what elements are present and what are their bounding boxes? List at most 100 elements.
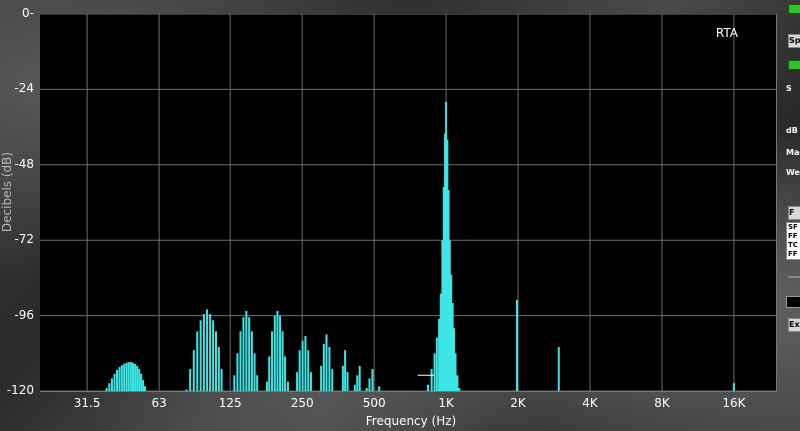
sp-button[interactable]: Sp bbox=[788, 34, 800, 48]
spectrum-bar bbox=[371, 369, 374, 391]
spectrum-bar bbox=[116, 369, 119, 391]
ex-button[interactable]: Ex bbox=[788, 318, 800, 332]
x-tick-label: 500 bbox=[362, 396, 386, 410]
chart-title: RTA bbox=[715, 26, 738, 40]
spectrum-bar bbox=[206, 309, 209, 391]
spectrum-bar bbox=[279, 315, 282, 391]
list-box[interactable]: SF FF TC FF bbox=[786, 222, 800, 260]
spectrum-bar bbox=[356, 375, 359, 391]
spectrum-bar bbox=[140, 373, 143, 391]
spectrum-bar bbox=[341, 365, 344, 391]
spectrum-bar bbox=[320, 365, 323, 391]
y-tick-label: -120 bbox=[6, 383, 34, 397]
spectrum-bar bbox=[304, 336, 307, 391]
spectrum-bar bbox=[276, 310, 279, 391]
spectrum-bar bbox=[284, 356, 287, 391]
spectrum-bar bbox=[325, 334, 328, 391]
spectrum-bar bbox=[199, 320, 202, 391]
status-led bbox=[788, 60, 800, 70]
spectrum-bar bbox=[250, 331, 253, 391]
x-tick-label: 250 bbox=[290, 396, 314, 410]
spectrum-bar bbox=[108, 383, 111, 391]
spectrum-bar bbox=[433, 353, 436, 391]
list-item: TC bbox=[788, 241, 798, 249]
spectrum-bar bbox=[125, 362, 128, 391]
spectrum-bar bbox=[273, 315, 276, 391]
x-tick-label: 63 bbox=[151, 396, 167, 410]
spectrum-bar bbox=[256, 375, 259, 391]
spectrum-bar bbox=[344, 350, 347, 391]
spectrum-bar bbox=[217, 347, 220, 391]
y-tick-label: -24 bbox=[14, 81, 34, 96]
spectrum-bar bbox=[296, 372, 299, 391]
side-control-panel: Sp S dB Mag We F SF FF TC FF Ex bbox=[778, 0, 800, 431]
spectrum-bar bbox=[136, 365, 139, 391]
db-label: dB bbox=[786, 126, 798, 135]
spectrum-bar bbox=[265, 381, 268, 391]
spectrum-bar bbox=[298, 350, 301, 391]
y-tick-label: 0- bbox=[22, 6, 34, 20]
spectrum-bar bbox=[118, 367, 121, 391]
spectrum-bar bbox=[105, 387, 108, 391]
spectrum-bar bbox=[281, 331, 284, 391]
x-tick-label: 4K bbox=[582, 396, 598, 410]
spectrum-bar bbox=[192, 350, 195, 391]
spectrum-bar bbox=[209, 314, 212, 391]
spectrum-bar bbox=[516, 299, 519, 391]
spectrum-bar bbox=[458, 387, 461, 391]
panel-button[interactable] bbox=[788, 276, 800, 278]
mag-label: Mag bbox=[786, 148, 800, 157]
spectrum-bar bbox=[268, 356, 271, 391]
spectrum-bar bbox=[328, 347, 331, 391]
spectrum-bar bbox=[185, 389, 188, 391]
spectrum-bar bbox=[435, 337, 438, 391]
spectrum-bar bbox=[322, 343, 325, 391]
spectrum-bar bbox=[123, 363, 126, 391]
f-button[interactable]: F bbox=[788, 206, 800, 220]
spectrum-bar bbox=[557, 347, 560, 391]
spectrum-bar bbox=[732, 383, 735, 391]
spectrum-bar bbox=[454, 353, 457, 391]
spectrum-bar bbox=[132, 362, 135, 391]
y-axis-label: Decibels (dB) bbox=[0, 151, 14, 233]
spectrum-bar bbox=[127, 362, 130, 391]
rta-chart-svg bbox=[40, 14, 776, 391]
spectrum-bar bbox=[142, 380, 145, 391]
spectrum-bar bbox=[113, 373, 116, 391]
y-tick-label: -72 bbox=[14, 232, 34, 247]
spectrum-bar bbox=[248, 317, 251, 391]
spectrum-bar bbox=[430, 369, 433, 391]
spectrum-bar bbox=[220, 369, 223, 391]
panel-display bbox=[786, 296, 800, 308]
spectrum-bar bbox=[309, 372, 312, 391]
spectrum-bar bbox=[212, 320, 215, 391]
spectrum-bar bbox=[368, 378, 371, 391]
spectrum-bar bbox=[236, 353, 239, 391]
spectrum-bar bbox=[189, 369, 192, 391]
spectrum-bar bbox=[120, 365, 123, 391]
spectrum-bar bbox=[353, 384, 356, 391]
spectrum-bar bbox=[245, 310, 248, 391]
x-tick-label: 8K bbox=[654, 396, 670, 410]
x-tick-label: 31.5 bbox=[73, 396, 101, 410]
s-label: S bbox=[786, 84, 792, 93]
spectrum-bar bbox=[242, 317, 245, 391]
spectrum-bar bbox=[346, 372, 349, 391]
spectrum-bar bbox=[233, 375, 236, 391]
x-tick-label: 2K bbox=[510, 396, 526, 410]
list-item: FF bbox=[788, 232, 798, 240]
spectrum-bar bbox=[239, 331, 242, 391]
spectrum-bar bbox=[215, 331, 218, 391]
spectrum-bar bbox=[202, 314, 205, 391]
spectrum-bar bbox=[301, 340, 304, 391]
spectrum-bar bbox=[331, 369, 334, 391]
spectrum-bar bbox=[196, 331, 199, 391]
spectrum-bar bbox=[138, 369, 141, 391]
spectrum-bar bbox=[110, 378, 113, 391]
spectrum-bar bbox=[456, 375, 459, 391]
status-led bbox=[788, 4, 800, 14]
spectrum-bar bbox=[271, 331, 274, 391]
list-item: SF bbox=[788, 223, 798, 231]
spectrum-bar bbox=[134, 363, 137, 391]
spectrum-bar bbox=[378, 386, 381, 391]
